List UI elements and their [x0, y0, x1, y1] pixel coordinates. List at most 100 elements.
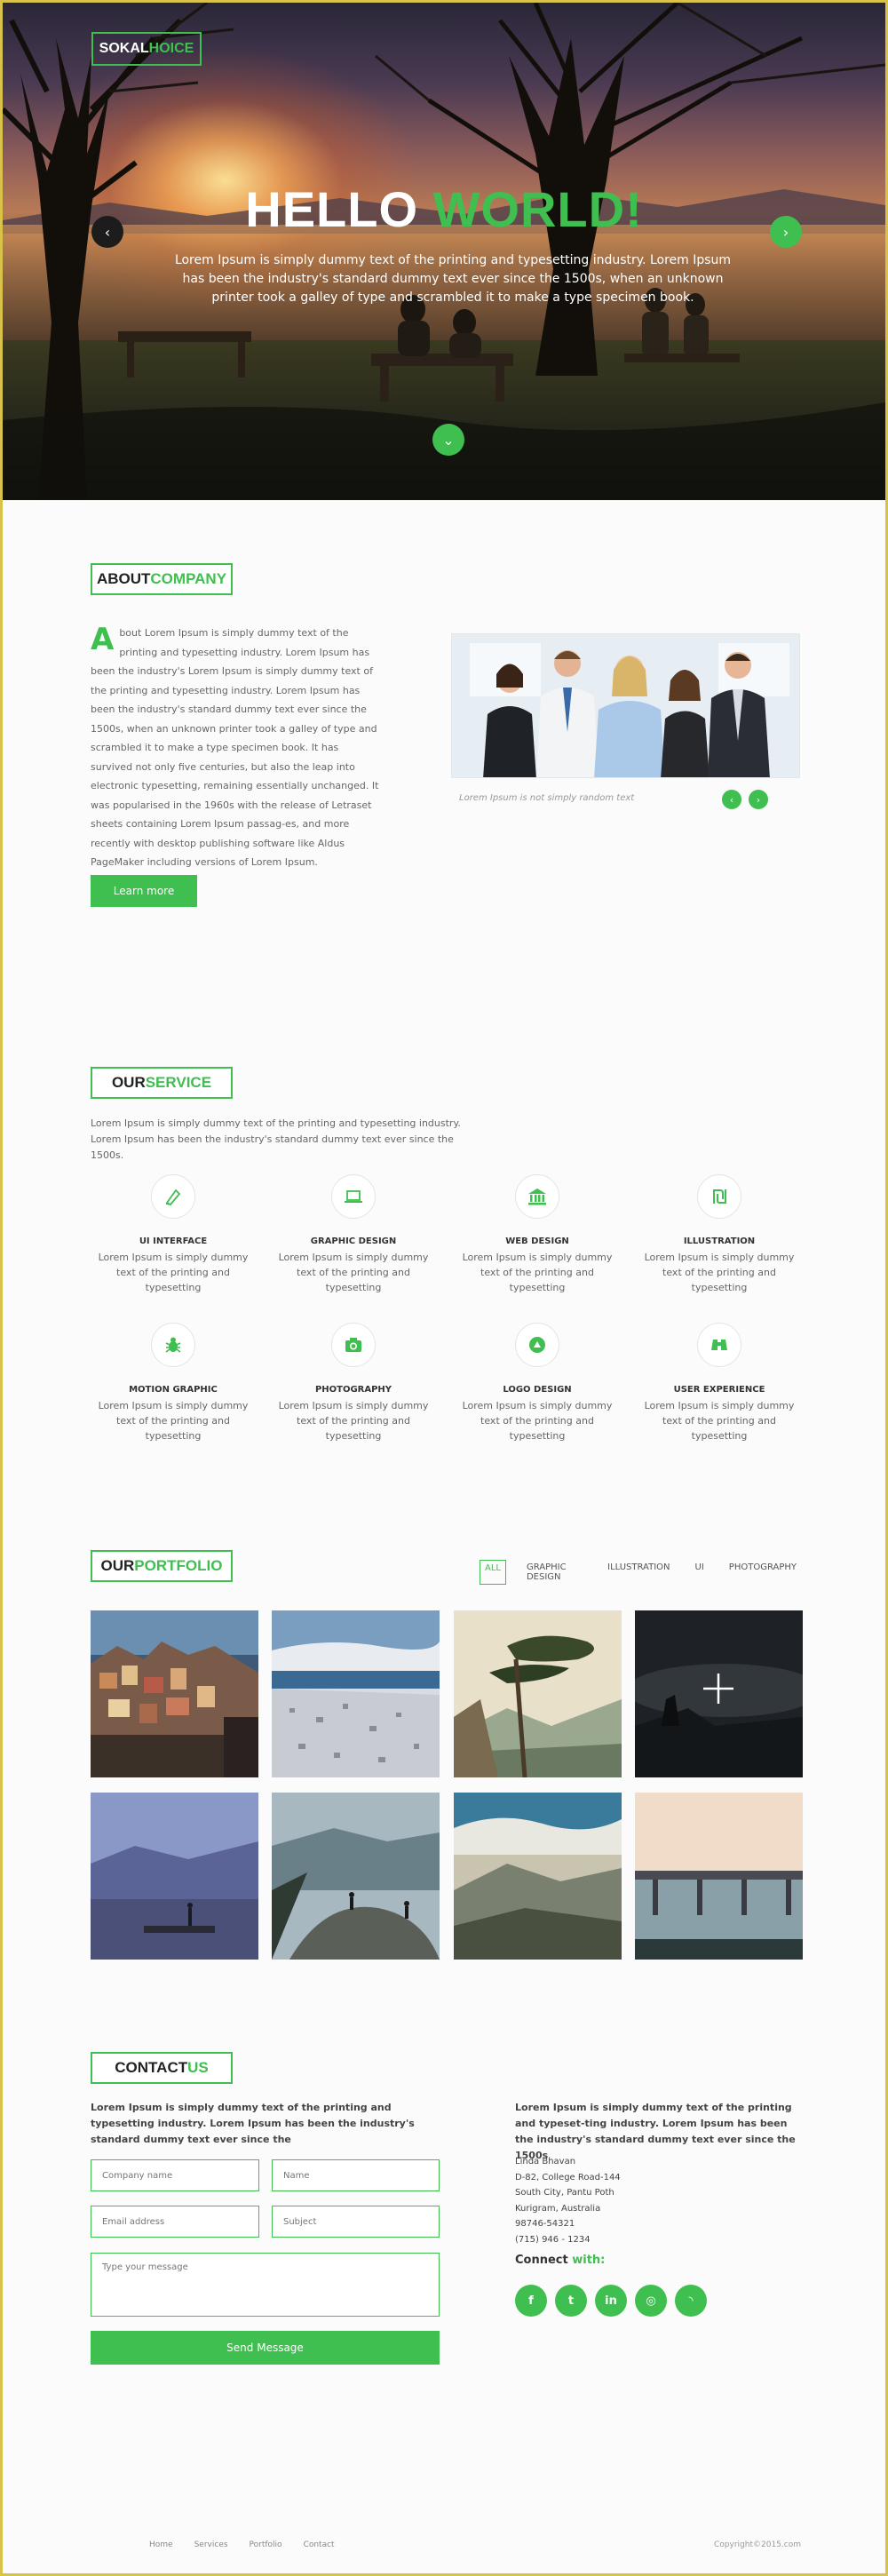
service-name: ILLUSTRATION — [683, 1236, 756, 1246]
hero-prev-button[interactable]: ‹ — [91, 216, 123, 248]
photo-caption: Lorem Ipsum is not simply random text — [459, 793, 635, 803]
team-photo — [451, 633, 800, 778]
company-name-field[interactable] — [91, 2159, 259, 2191]
camera-icon — [331, 1323, 376, 1367]
service-item-web-design[interactable]: WEB DESIGN Lorem Ipsum is simply dummy t… — [453, 1174, 622, 1295]
portfolio-item-hikers-rock[interactable] — [272, 1793, 440, 1960]
service-desc: Lorem Ipsum is simply dummy text of the … — [278, 1400, 429, 1442]
hero-next-button[interactable]: › — [770, 216, 802, 248]
filter-all[interactable]: ALL — [480, 1560, 506, 1585]
contact-title-dark: CONTACT — [115, 2059, 188, 2076]
about-prev-button[interactable]: ‹ — [722, 790, 741, 809]
service-intro: Lorem Ipsum is simply dummy text of the … — [91, 1117, 461, 1161]
facebook-icon[interactable]: f — [515, 2285, 547, 2317]
footer-link-contact[interactable]: Contact — [304, 2540, 335, 2549]
service-item-logo-design[interactable]: LOGO DESIGN Lorem Ipsum is simply dummy … — [453, 1323, 622, 1443]
phone-line: (715) 946 - 1234 — [515, 2234, 591, 2245]
service-name: UI INTERFACE — [139, 1236, 208, 1246]
dribbble-icon[interactable]: ◎ — [635, 2285, 667, 2317]
hero-title: HELLO WORLD! — [3, 180, 885, 238]
copyright-text: Copyright©2015.com — [714, 2540, 801, 2549]
about-title-green: COMPANY — [150, 570, 227, 587]
filter-graphic-design[interactable]: GRAPHIC DESIGN — [522, 1560, 587, 1585]
contact-address: Linda Bhavan D-82, College Road-144 Sout… — [515, 2154, 693, 2247]
plus-icon — [635, 1610, 636, 1611]
portfolio-item-bridge-sunset[interactable] — [635, 1793, 803, 1960]
footer-nav: Home Services Portfolio Contact — [149, 2540, 335, 2549]
hero-banner: SOKAL HOICE HELLO WORLD! Lorem Ipsum is … — [3, 3, 885, 500]
about-text: About Lorem Ipsum is simply dummy text o… — [91, 624, 380, 872]
footer-link-portfolio[interactable]: Portfolio — [250, 2540, 282, 2549]
service-item-motion-graphic[interactable]: MOTION GRAPHIC Lorem Ipsum is simply dum… — [89, 1323, 258, 1443]
filter-illustration[interactable]: ILLUSTRATION — [603, 1560, 674, 1585]
email-field[interactable] — [91, 2206, 259, 2238]
address-line: D-82, College Road-144 — [515, 2172, 621, 2182]
portfolio-item-snowy-city[interactable] — [272, 1610, 440, 1777]
learn-more-button[interactable]: Learn more — [91, 875, 197, 907]
address-line: South City, Pantu Poth — [515, 2188, 614, 2198]
chevron-left-icon: ‹ — [729, 793, 734, 806]
portfolio-item-valley-clouds[interactable] — [454, 1793, 622, 1960]
about-paragraph: bout Lorem Ipsum is simply dummy text of… — [91, 627, 379, 868]
portfolio-item-foggy-mountain[interactable] — [635, 1610, 803, 1777]
twitter-glyph: t — [567, 2294, 575, 2308]
service-item-illustration[interactable]: ILLUSTRATION Lorem Ipsum is simply dummy… — [635, 1174, 804, 1295]
subject-field[interactable] — [272, 2206, 440, 2238]
dribbble-glyph: ◎ — [646, 2294, 656, 2308]
service-desc: Lorem Ipsum is simply dummy text of the … — [644, 1252, 795, 1293]
service-name: USER EXPERIENCE — [673, 1385, 765, 1395]
service-title-green: SERVICE — [145, 1074, 212, 1091]
name-field[interactable] — [272, 2159, 440, 2191]
hero-title-white: HELLO — [245, 181, 433, 237]
filter-photography[interactable]: PHOTOGRAPHY — [725, 1560, 801, 1585]
about-next-button[interactable]: › — [749, 790, 768, 809]
footer-link-home[interactable]: Home — [149, 2540, 173, 2549]
phone-line: 98746-54321 — [515, 2219, 575, 2229]
address-line: Linda Bhavan — [515, 2157, 576, 2167]
linkedin-glyph: in — [605, 2294, 617, 2308]
service-name: LOGO DESIGN — [503, 1385, 572, 1395]
twitter-icon[interactable]: t — [555, 2285, 587, 2317]
service-name: WEB DESIGN — [505, 1236, 569, 1246]
filter-ui[interactable]: UI — [691, 1560, 709, 1585]
contact-title-green: US — [187, 2059, 209, 2076]
linkedin-icon[interactable]: in — [595, 2285, 627, 2317]
rss-icon[interactable]: ◝ — [675, 2285, 707, 2317]
service-item-photography[interactable]: PHOTOGRAPHY Lorem Ipsum is simply dummy … — [269, 1323, 438, 1443]
brand-logo[interactable]: SOKAL HOICE — [91, 32, 202, 66]
connect-text-green: with: — [572, 2254, 606, 2267]
scroll-down-button[interactable]: ⌄ — [432, 424, 464, 456]
send-message-button[interactable]: Send Message — [91, 2331, 440, 2365]
portfolio-filter-bar: ALL GRAPHIC DESIGN ILLUSTRATION UI PHOTO… — [480, 1560, 801, 1585]
contact-section-title: CONTACT US — [91, 2052, 233, 2084]
message-field[interactable] — [91, 2253, 440, 2317]
pen-icon — [151, 1174, 195, 1219]
contact-intro: Lorem Ipsum is simply dummy text of the … — [91, 2102, 415, 2145]
portfolio-title-dark: OUR — [100, 1557, 135, 1574]
footer-link-services[interactable]: Services — [194, 2540, 228, 2549]
chevron-right-icon: › — [782, 223, 789, 241]
rss-glyph: ◝ — [688, 2294, 694, 2308]
service-item-graphic-design[interactable]: GRAPHIC DESIGN Lorem Ipsum is simply dum… — [269, 1174, 438, 1295]
connect-text-dark: Connect — [515, 2254, 573, 2267]
portfolio-item-pine-cliff[interactable] — [454, 1610, 622, 1777]
facebook-glyph: f — [528, 2294, 534, 2308]
shekel-icon — [697, 1174, 741, 1219]
portfolio-item-coastal-village[interactable] — [91, 1610, 258, 1777]
about-section-title: ABOUT COMPANY — [91, 563, 233, 595]
service-name: MOTION GRAPHIC — [129, 1385, 218, 1395]
hero-title-green: WORLD! — [432, 181, 643, 237]
service-desc: Lorem Ipsum is simply dummy text of the … — [98, 1400, 249, 1442]
service-name: GRAPHIC DESIGN — [310, 1236, 397, 1246]
about-title-dark: ABOUT — [96, 570, 151, 587]
logo-text-green: HOICE — [148, 41, 194, 56]
logo-text-white: SOKAL — [99, 41, 149, 56]
service-item-user-experience[interactable]: USER EXPERIENCE Lorem Ipsum is simply du… — [635, 1323, 804, 1443]
portfolio-item-lake-dock[interactable] — [91, 1793, 258, 1960]
service-desc: Lorem Ipsum is simply dummy text of the … — [278, 1252, 429, 1293]
logo-badge-icon — [515, 1323, 559, 1367]
drop-cap: A — [91, 622, 115, 657]
service-item-ui-interface[interactable]: UI INTERFACE Lorem Ipsum is simply dummy… — [89, 1174, 258, 1295]
service-desc: Lorem Ipsum is simply dummy text of the … — [462, 1252, 613, 1293]
portfolio-section-title: OUR PORTFOLIO — [91, 1550, 233, 1582]
